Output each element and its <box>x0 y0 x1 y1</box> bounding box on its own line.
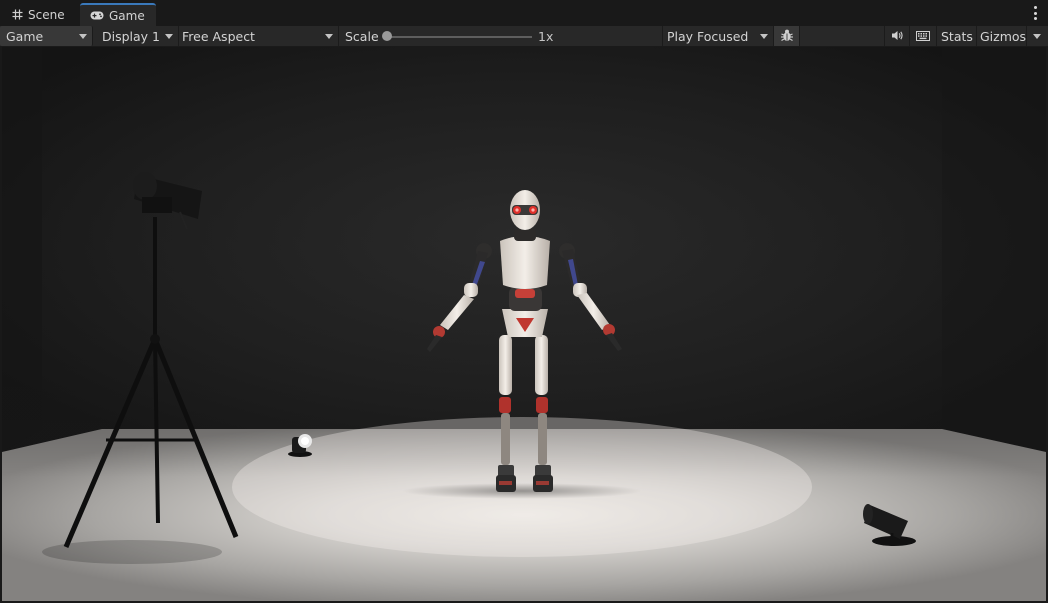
display-dropdown[interactable]: Display 1 <box>93 26 179 46</box>
tab-game-label: Game <box>109 8 145 23</box>
debug-toggle[interactable] <box>774 26 800 46</box>
game-view-window: Scene Game Game Display 1 Free Aspect Sc… <box>0 0 1048 603</box>
stats-label: Stats <box>941 28 973 44</box>
grid-icon <box>12 9 23 20</box>
tab-scene-label: Scene <box>28 7 65 22</box>
display-value: Display 1 <box>102 28 161 44</box>
keyboard-icon <box>916 29 930 44</box>
mute-audio-toggle[interactable] <box>885 26 910 46</box>
speaker-icon <box>891 29 904 44</box>
tab-scene[interactable]: Scene <box>2 3 76 26</box>
toolbar-spacer <box>800 26 885 46</box>
game-toolbar: Game Display 1 Free Aspect Scale 1x Play… <box>0 26 1048 47</box>
game-viewport[interactable] <box>2 47 1046 601</box>
gizmos-toggle[interactable]: Gizmos <box>977 26 1027 46</box>
bug-icon <box>780 28 794 45</box>
scale-label: Scale <box>345 28 379 44</box>
play-mode-value: Play Focused <box>667 28 749 44</box>
aspect-value: Free Aspect <box>182 28 255 44</box>
gamepad-icon <box>90 11 104 20</box>
keyboard-shortcuts-toggle[interactable] <box>910 26 937 46</box>
gizmos-dropdown[interactable] <box>1027 26 1046 46</box>
play-mode-dropdown[interactable]: Play Focused <box>663 26 774 46</box>
scale-slider-handle[interactable] <box>382 31 392 41</box>
tab-game[interactable]: Game <box>80 3 156 26</box>
scene-render <box>2 47 1046 601</box>
gizmos-label: Gizmos <box>980 28 1027 44</box>
kebab-menu-icon[interactable] <box>1032 6 1038 20</box>
scale-control: Scale 1x <box>339 26 663 46</box>
scale-value: 1x <box>538 29 554 44</box>
view-mode-value: Game <box>6 28 44 44</box>
aspect-dropdown[interactable]: Free Aspect <box>179 26 339 46</box>
view-mode-dropdown[interactable]: Game <box>0 26 93 46</box>
scale-slider-track[interactable] <box>387 36 532 38</box>
tab-bar: Scene Game <box>0 0 1048 26</box>
stats-toggle[interactable]: Stats <box>937 26 977 46</box>
